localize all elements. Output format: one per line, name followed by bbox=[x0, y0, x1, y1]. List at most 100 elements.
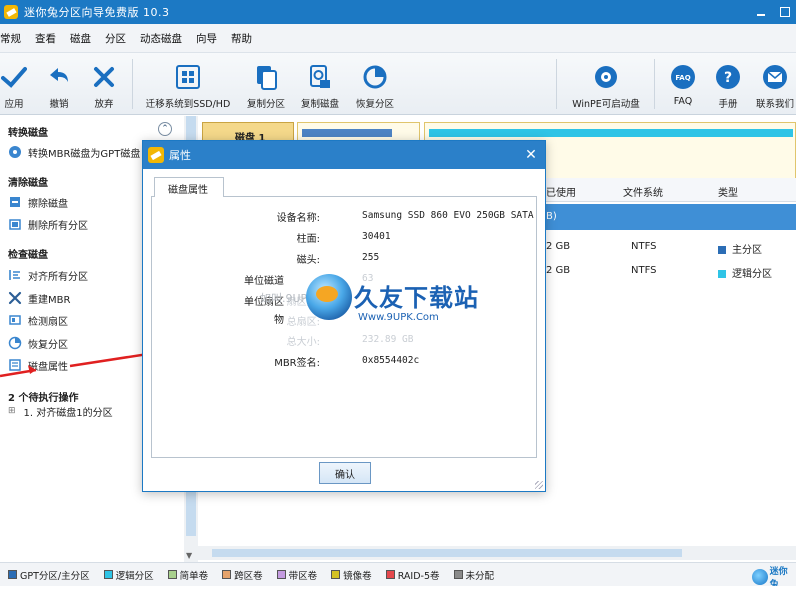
recover-icon bbox=[8, 336, 22, 350]
toolbar-separator bbox=[132, 59, 133, 109]
menu-view[interactable]: 查看 bbox=[28, 31, 63, 46]
dialog-title-bar: 属性 ✕ bbox=[143, 141, 545, 169]
apply-button[interactable]: 应用 bbox=[0, 53, 28, 115]
bottom-strip bbox=[0, 586, 796, 607]
delete-partitions-icon bbox=[8, 217, 22, 231]
sidebar-item-surface-test[interactable]: 检测扇区 bbox=[8, 312, 68, 328]
manual-button[interactable]: ? 手册 bbox=[710, 53, 746, 115]
sector-size-label: 单位扇区 bbox=[244, 297, 284, 308]
legend-spanned-volume: 跨区卷 bbox=[222, 568, 263, 582]
mbr-signature-value: 0x8554402c bbox=[362, 355, 420, 366]
ok-button[interactable]: 确认 bbox=[319, 462, 371, 484]
copy-disk-button[interactable]: 复制磁盘 bbox=[298, 53, 342, 115]
close-icon[interactable]: ✕ bbox=[523, 147, 539, 163]
rabbit-logo-icon bbox=[752, 569, 768, 585]
menu-disk[interactable]: 磁盘 bbox=[63, 31, 98, 46]
contact-button[interactable]: 联系我们 bbox=[754, 53, 796, 115]
dialog-title: 属性 bbox=[169, 149, 191, 162]
toolbar: 应用 撤销 放弃 迁移系统到SSD/HD 复制分区 复制磁盘 恢复分区 WinP… bbox=[0, 53, 796, 115]
migrate-windows-icon bbox=[173, 62, 203, 92]
partition-usage-fill bbox=[429, 129, 793, 137]
recover-partition-button[interactable]: 恢复分区 bbox=[352, 53, 398, 115]
menu-partition[interactable]: 分区 bbox=[98, 31, 133, 46]
copy-partition-icon bbox=[251, 62, 281, 92]
window-controls bbox=[754, 0, 792, 24]
scroll-down-icon[interactable]: ▼ bbox=[186, 551, 192, 560]
sidebar-item-rebuild-mbr[interactable]: 重建MBR bbox=[8, 290, 70, 306]
cylinders-value: 30401 bbox=[362, 231, 391, 242]
device-name-label: 设备名称: bbox=[276, 213, 320, 224]
sidebar-item-recover-partition[interactable]: 恢复分区 bbox=[8, 335, 68, 351]
sidebar-item-wipe-disk[interactable]: 擦除磁盘 bbox=[8, 194, 68, 210]
menu-dynamic-disk[interactable]: 动态磁盘 bbox=[133, 31, 189, 46]
column-type[interactable]: 类型 bbox=[718, 184, 738, 199]
legend-gpt-primary: GPT分区/主分区 bbox=[8, 568, 90, 582]
recover-partition-icon bbox=[360, 62, 390, 92]
svg-text:?: ? bbox=[724, 70, 732, 86]
device-name-value: Samsung SSD 860 EVO 250GB SATA bbox=[362, 210, 534, 221]
mail-icon bbox=[760, 62, 790, 92]
winpe-button[interactable]: WinPE可启动盘 bbox=[568, 53, 644, 115]
minimize-icon[interactable] bbox=[754, 5, 768, 19]
maximize-icon[interactable] bbox=[778, 5, 792, 19]
undo-button[interactable]: 撤销 bbox=[44, 53, 74, 115]
align-icon bbox=[8, 268, 22, 282]
scrollbar-thumb[interactable] bbox=[212, 549, 682, 557]
menu-bar: 常规 查看 磁盘 分区 动态磁盘 向导 帮助 bbox=[0, 24, 796, 53]
legend-unallocated: 未分配 bbox=[453, 568, 494, 582]
physical-label: 物 bbox=[274, 315, 284, 326]
logical-partition-swatch bbox=[718, 270, 726, 278]
expand-icon[interactable]: ⊞ bbox=[8, 406, 16, 416]
sidebar-item-convert-mbr-gpt[interactable]: 转换MBR磁盘为GPT磁盘 bbox=[8, 144, 140, 160]
heads-label: 磁头: bbox=[296, 255, 320, 266]
migrate-os-button[interactable]: 迁移系统到SSD/HD bbox=[143, 53, 233, 115]
convert-disk-icon bbox=[8, 145, 22, 159]
legend-mirrored-volume: 镜像卷 bbox=[331, 568, 372, 582]
menu-help[interactable]: 帮助 bbox=[224, 31, 259, 46]
menu-wizard[interactable]: 向导 bbox=[189, 31, 224, 46]
legend-bar: GPT分区/主分区 逻辑分区 简单卷 跨区卷 带区卷 镜像卷 RAID-5卷 未… bbox=[0, 562, 796, 586]
primary-partition-swatch bbox=[718, 246, 726, 254]
disk-properties-panel: 设备名称: Samsung SSD 860 EVO 250GB SATA 柱面:… bbox=[151, 196, 537, 458]
legend-raid5-volume: RAID-5卷 bbox=[385, 568, 440, 582]
section-clean-disk: 清除磁盘 bbox=[8, 178, 48, 189]
wipe-disk-icon bbox=[8, 195, 22, 209]
discard-button[interactable]: 放弃 bbox=[89, 53, 119, 115]
sectors-per-track-label: 单位磁道 bbox=[244, 276, 284, 287]
sidebar-item-align-all[interactable]: 对齐所有分区 bbox=[8, 267, 88, 283]
section-convert-disk: 转换磁盘 bbox=[8, 128, 48, 139]
sidebar-item-delete-all[interactable]: 删除所有分区 bbox=[8, 216, 88, 232]
partition-usage-fill bbox=[302, 129, 392, 137]
collapse-icon[interactable]: ⌃ bbox=[158, 122, 172, 136]
tab-disk-properties[interactable]: 磁盘属性 bbox=[154, 177, 224, 197]
sectors-per-track-value: 63 bbox=[362, 273, 374, 284]
column-filesystem[interactable]: 文件系统 bbox=[623, 184, 663, 199]
svg-text:FAQ: FAQ bbox=[675, 74, 690, 82]
title-bar: 迷你兔分区向导免费版 10.3 bbox=[0, 0, 796, 24]
sidebar-item-disk-properties[interactable]: 磁盘属性 bbox=[8, 357, 68, 373]
toolbar-separator bbox=[556, 59, 557, 109]
horizontal-scrollbar[interactable] bbox=[198, 546, 796, 560]
legend-striped-volume: 带区卷 bbox=[276, 568, 317, 582]
window-title: 迷你兔分区向导免费版 10.3 bbox=[24, 6, 170, 19]
menu-general[interactable]: 常规 bbox=[0, 31, 28, 46]
cylinders-label: 柱面: bbox=[296, 234, 320, 245]
heads-value: 255 bbox=[362, 252, 380, 263]
sector-count-label: 扇区数: bbox=[286, 297, 320, 308]
column-used[interactable]: 已使用 bbox=[546, 184, 576, 199]
dialog-app-icon bbox=[148, 147, 164, 163]
copy-partition-button[interactable]: 复制分区 bbox=[244, 53, 288, 115]
properties-icon bbox=[8, 358, 22, 372]
app-logo-icon bbox=[4, 5, 18, 19]
faq-button[interactable]: FAQ FAQ bbox=[664, 53, 702, 115]
rebuild-tools-icon bbox=[8, 291, 22, 305]
bootable-disc-icon bbox=[591, 62, 621, 92]
surface-test-icon bbox=[8, 313, 22, 327]
section-pending-operations: 2 个待执行操作 bbox=[8, 393, 79, 404]
resize-grip-icon[interactable] bbox=[535, 481, 543, 489]
toolbar-separator bbox=[654, 59, 655, 109]
pending-operation-item[interactable]: ⊞ 1. 对齐磁盘1的分区 bbox=[8, 403, 113, 419]
total-size-label: 总大小: bbox=[286, 337, 320, 348]
total-sectors-label: 总扇区: bbox=[286, 317, 320, 328]
faq-icon: FAQ bbox=[668, 62, 698, 92]
